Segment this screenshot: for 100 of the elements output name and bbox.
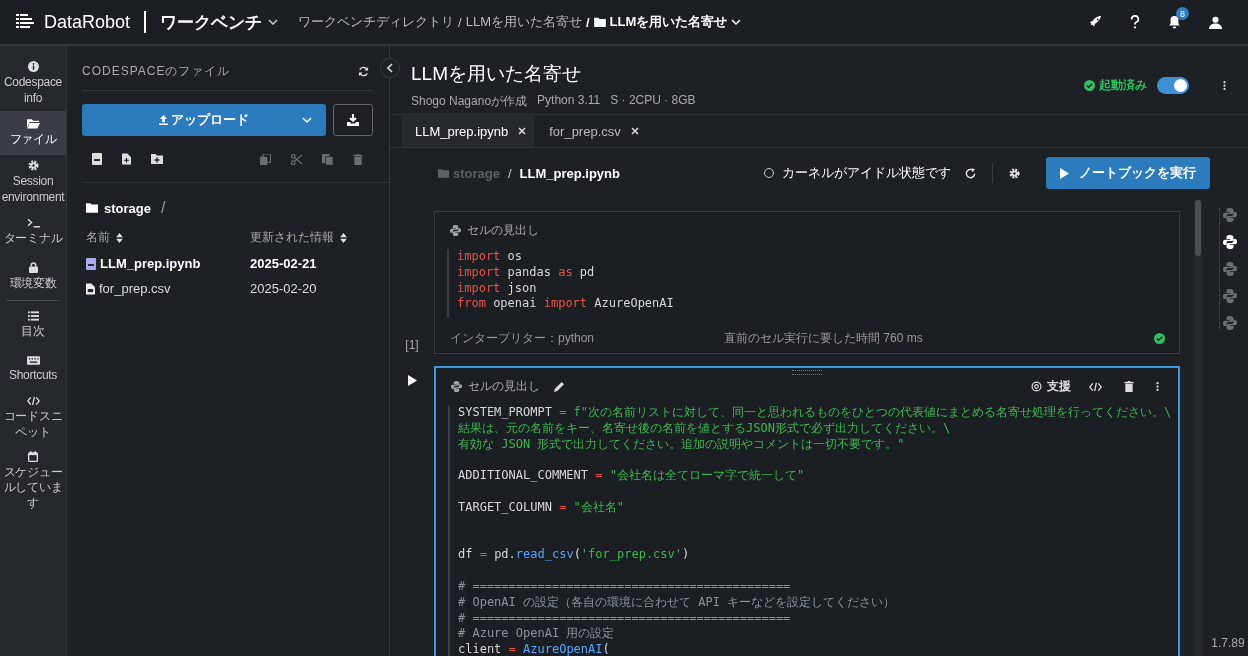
run-cell-icon[interactable] <box>407 375 417 387</box>
assist-button[interactable]: 支援 <box>1031 378 1071 396</box>
author-label: Shogo Naganoが作成 <box>411 92 528 110</box>
sort-icon <box>116 232 123 243</box>
code-cell[interactable] <box>434 366 1180 656</box>
new-notebook-icon[interactable] <box>92 153 102 165</box>
execution-count: [1] <box>405 338 419 353</box>
play-icon <box>1060 167 1069 179</box>
code-line: ADDITIONAL_COMMENT = "会社名は全てローマ字で統一して" <box>458 468 805 485</box>
code-line: # Azure OpenAI 用の設定 <box>458 626 615 643</box>
python-icon <box>451 381 462 393</box>
info-icon <box>27 61 39 72</box>
chevron-left-icon <box>387 63 393 73</box>
drag-handle[interactable] <box>792 370 822 376</box>
code-icon <box>26 396 40 407</box>
sidebar-item[interactable]: 目次 <box>0 303 66 348</box>
code-line: # OpenAI の設定（各自の環境に合わせて API キーなどを設定してください） <box>458 594 896 611</box>
sidebar-item[interactable]: コードスニペット <box>0 391 66 446</box>
user-icon[interactable] <box>1209 15 1222 29</box>
column-header[interactable]: 更新された情報 <box>250 229 373 246</box>
code-line: df = pd.read_csv('for_prep.csv') <box>458 547 690 564</box>
cell-title: セルの見出し <box>468 378 540 396</box>
cut-icon[interactable] <box>291 153 302 165</box>
sidebar-item[interactable]: 環境変数 <box>0 254 66 299</box>
help-icon[interactable] <box>1130 15 1140 29</box>
code-line: client = AzureOpenAI( <box>458 642 610 656</box>
code-line: SYSTEM_PROMPT = f"次の名前リストに対して、同一と思われるものをひとつの代表値にまとめる名寄せ処理を行ってください。\ <box>458 405 1172 421</box>
more-icon[interactable] <box>1156 381 1159 393</box>
code-line: # ============================================ <box>458 578 791 595</box>
scrollbar-thumb[interactable] <box>1195 200 1201 256</box>
new-folder-icon[interactable] <box>151 154 163 164</box>
terminal-icon <box>26 218 40 229</box>
file-link[interactable]: LLM_prep.ipynb <box>86 256 250 271</box>
execution-time: 直前のセル実行に要した時間 760 ms <box>724 330 923 348</box>
list-icon <box>27 311 39 322</box>
breadcrumb-separator: / <box>458 14 462 30</box>
code-cell[interactable]: セルの見出し import os import pandas as pd import json from openai import AzureOpenAI インタープリター：python 直前のセル実行に要した時間 760 ms <box>434 211 1180 355</box>
sidebar-item[interactable]: ファイル <box>0 111 66 156</box>
copy-icon[interactable] <box>260 153 271 165</box>
file-tab[interactable]: LLM_prep.ipynb <box>402 115 535 147</box>
new-file-icon[interactable] <box>122 153 131 165</box>
upload-icon <box>159 115 168 125</box>
code-line: TARGET_COLUMN = "会社名" <box>458 499 625 516</box>
file-tab[interactable]: for_prep.csv <box>536 115 647 147</box>
run-notebook-button[interactable]: ノートブックを実行 <box>1046 157 1210 189</box>
column-header[interactable]: 名前 <box>86 229 250 246</box>
chevron-down-icon <box>731 19 742 25</box>
rocket-icon[interactable] <box>1088 15 1102 29</box>
folder-icon <box>438 168 449 178</box>
cell-title: セルの見出し <box>467 222 539 239</box>
file-link[interactable]: for_prep.csv <box>86 281 250 296</box>
code-line: import os <box>457 249 523 265</box>
chevron-down-icon[interactable] <box>302 117 312 123</box>
lock-icon <box>28 261 38 273</box>
app-switcher[interactable]: ワークベンチ <box>160 10 279 34</box>
interpreter-label: インタープリター：python <box>450 330 595 348</box>
panel-title: CODESPACEのファイル <box>82 62 231 80</box>
close-icon[interactable] <box>518 127 527 135</box>
sidebar-item[interactable]: スケジュールしています <box>0 445 66 517</box>
upload-button[interactable]: アップロード <box>82 104 326 136</box>
sidebar-item[interactable]: Shortcuts <box>0 347 66 392</box>
sidebar-item[interactable]: Session environment <box>0 155 66 211</box>
restart-icon[interactable] <box>965 167 976 179</box>
close-icon[interactable] <box>630 127 639 135</box>
download-button[interactable] <box>333 104 373 136</box>
more-icon[interactable] <box>1223 79 1226 91</box>
notification-bell-icon[interactable] <box>1168 15 1181 29</box>
breadcrumb-link[interactable]: LLMを用いた名寄せ <box>593 13 742 31</box>
folder-icon <box>26 118 40 130</box>
refresh-icon[interactable] <box>358 65 369 77</box>
path-separator: / <box>507 165 512 181</box>
python-icon[interactable] <box>1223 235 1237 249</box>
file-date: 2025-02-20 <box>250 281 318 296</box>
code-icon[interactable] <box>1089 381 1102 392</box>
code-line: # ============================================ <box>458 610 791 627</box>
paste-icon[interactable] <box>322 153 333 165</box>
brand-name: DataRobot <box>44 11 131 33</box>
notebook-name: LLM_prep.ipynb <box>519 165 620 181</box>
settings-icon[interactable] <box>1009 167 1020 179</box>
folder-name[interactable]: storage <box>104 200 151 216</box>
python-version: Python 3.11 <box>537 92 601 109</box>
code-line: import pandas as pd <box>457 264 595 281</box>
breadcrumb-separator: / <box>586 14 590 30</box>
breadcrumb-link[interactable]: LLMを用いた名寄せ <box>465 13 582 31</box>
kernel-status: カーネルがアイドル状態です <box>764 164 951 182</box>
edit-icon[interactable] <box>554 381 565 393</box>
collapse-panel-button[interactable] <box>380 58 400 78</box>
folder-icon <box>86 203 98 213</box>
sidebar-item[interactable]: Codespace info <box>0 56 66 112</box>
delete-icon[interactable] <box>1124 381 1134 393</box>
keyboard-icon <box>26 355 40 365</box>
folder-icon <box>593 17 606 27</box>
version-label: 1.7.89 <box>1211 636 1245 650</box>
sidebar-item[interactable]: ターミナル <box>0 210 66 255</box>
code-line: from openai import AzureOpenAI <box>457 296 674 313</box>
notebook-file-icon <box>86 257 96 270</box>
session-toggle[interactable] <box>1157 76 1189 94</box>
file-date: 2025-02-21 <box>250 256 318 271</box>
breadcrumb-link[interactable]: ワークベンチディレクトリ <box>298 13 455 31</box>
resource-label: S · 2CPU · 8GB <box>610 92 696 109</box>
